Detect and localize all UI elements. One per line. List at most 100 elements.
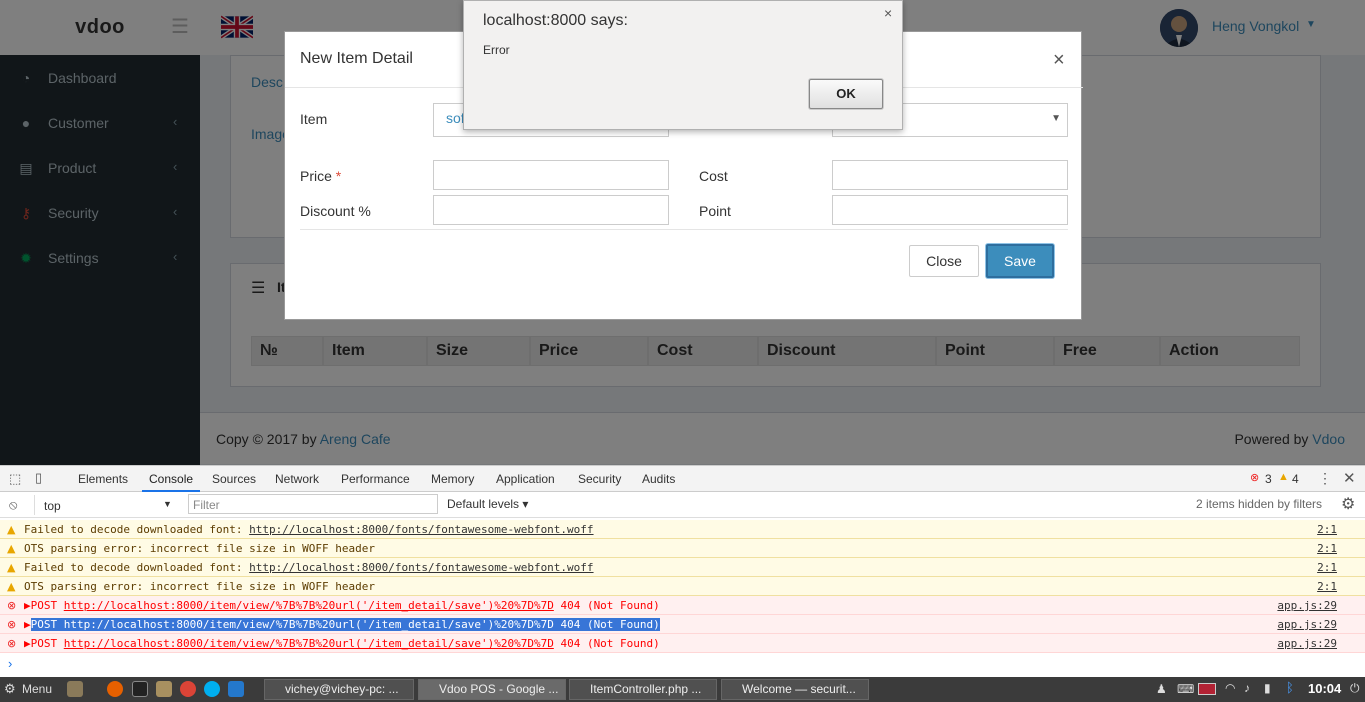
- tab-audits[interactable]: Audits: [642, 472, 675, 486]
- message-suffix: 404 (Not Found): [553, 599, 660, 612]
- cost-field[interactable]: [832, 160, 1068, 190]
- taskbar-window-terminal[interactable]: vichey@vichey-pc: ...: [264, 679, 414, 700]
- message-source[interactable]: 2:1: [1317, 520, 1337, 539]
- close-icon[interactable]: ×: [1053, 50, 1065, 70]
- taskbar-window-vscode-1[interactable]: ItemController.php ...: [569, 679, 717, 700]
- message-link[interactable]: http://localhost:8000/fonts/fontawesome-…: [249, 523, 593, 536]
- vscode-icon[interactable]: [228, 681, 244, 697]
- save-button[interactable]: Save: [986, 244, 1054, 278]
- warning-icon: ▲: [7, 580, 16, 593]
- volume-icon[interactable]: ♪: [1244, 681, 1250, 695]
- clear-console-icon[interactable]: ⦸: [9, 497, 17, 513]
- chrome-icon[interactable]: [180, 681, 196, 697]
- tab-application[interactable]: Application: [496, 472, 555, 486]
- ok-button[interactable]: OK: [809, 79, 883, 109]
- message-source[interactable]: 2:1: [1317, 577, 1337, 596]
- message-source[interactable]: app.js:29: [1277, 596, 1337, 615]
- battery-icon[interactable]: ▮: [1264, 681, 1271, 695]
- context-selector[interactable]: top ▼: [34, 495, 178, 515]
- bluetooth-icon[interactable]: ᛒ: [1286, 680, 1294, 695]
- required-mark: *: [335, 168, 342, 184]
- message-suffix: 404 (Not Found): [553, 637, 660, 650]
- modal-title: New Item Detail: [300, 50, 413, 67]
- terminal-icon[interactable]: [132, 681, 148, 697]
- message-link[interactable]: http://localhost:8000/fonts/fontawesome-…: [249, 561, 593, 574]
- message-prefix: Failed to decode downloaded font:: [24, 561, 250, 574]
- error-count[interactable]: 3: [1265, 472, 1272, 486]
- warning-icon: ▲: [7, 542, 16, 555]
- chevron-down-icon: ▼: [1051, 113, 1061, 124]
- hidden-items-note: 2 items hidden by filters: [1195, 497, 1322, 511]
- error-icon: ⊗: [7, 599, 17, 612]
- close-button[interactable]: Close: [909, 245, 979, 277]
- taskbar: ⚙ Menu vichey@vichey-pc: ... Vdoo POS - …: [0, 677, 1365, 702]
- cost-label: Cost: [699, 168, 728, 184]
- console-message: ▲ Failed to decode downloaded font: http…: [0, 520, 1365, 539]
- message-link[interactable]: http://localhost:8000/item/view/%7B%7B%2…: [64, 599, 554, 612]
- message-text: ▶POST http://localhost:8000/item/view/%7…: [24, 618, 660, 631]
- gear-icon[interactable]: ⚙: [1341, 494, 1355, 514]
- devtools-tabbar: ⬚ ▯ Elements Console Sources Network Per…: [0, 466, 1365, 492]
- taskbar-window-chrome[interactable]: Vdoo POS - Google ...: [418, 679, 566, 700]
- message-source[interactable]: 2:1: [1317, 558, 1337, 577]
- console-message[interactable]: ⊗ ▶POST http://localhost:8000/item/view/…: [0, 596, 1365, 615]
- wifi-icon[interactable]: ◠: [1225, 681, 1235, 695]
- message-prefix: POST: [30, 618, 64, 631]
- console-message: ▲ OTS parsing error: incorrect file size…: [0, 577, 1365, 596]
- tab-elements[interactable]: Elements: [78, 472, 128, 486]
- levels-dropdown[interactable]: Default levels ▾: [447, 497, 528, 511]
- more-options-icon[interactable]: ⋮: [1318, 470, 1332, 487]
- skype-icon[interactable]: [204, 681, 220, 697]
- console-toolbar: ⦸ top ▼ Filter Default levels ▾ 2 items …: [0, 492, 1365, 518]
- chevron-down-icon: ▼: [163, 499, 172, 509]
- taskbar-window-vscode-2[interactable]: Welcome — securit...: [721, 679, 869, 700]
- message-suffix: 404 (Not Found): [553, 618, 660, 631]
- us-flag-icon[interactable]: [1198, 683, 1216, 695]
- price-field[interactable]: [433, 160, 669, 190]
- devtools-panel: ⬚ ▯ Elements Console Sources Network Per…: [0, 465, 1365, 677]
- user-icon[interactable]: ♟: [1156, 682, 1167, 696]
- warning-icon: ▲: [7, 523, 16, 536]
- menu-icon[interactable]: ⚙: [4, 681, 16, 697]
- warning-icon: ▲: [7, 561, 16, 574]
- console-prompt[interactable]: ›: [8, 656, 12, 671]
- discount-field[interactable]: [433, 195, 669, 225]
- close-icon[interactable]: ✕: [1343, 469, 1356, 487]
- message-prefix: ▶POST: [24, 637, 64, 650]
- message-link[interactable]: http://localhost:8000/item/view/%7B%7B%2…: [64, 637, 554, 650]
- file-manager-icon[interactable]: [67, 681, 83, 697]
- tab-security[interactable]: Security: [578, 472, 621, 486]
- point-label: Point: [699, 203, 731, 219]
- alert-message: Error: [483, 43, 510, 57]
- tab-console[interactable]: Console: [149, 472, 193, 486]
- filter-input[interactable]: Filter: [188, 494, 438, 514]
- message-text: ▶POST http://localhost:8000/item/view/%7…: [24, 634, 660, 653]
- price-label-text: Price: [300, 168, 332, 184]
- error-icon: ⊗: [7, 618, 17, 631]
- console-message: ▲ Failed to decode downloaded font: http…: [0, 558, 1365, 577]
- message-link[interactable]: http://localhost:8000/item/view/%7B%7B%2…: [64, 618, 554, 631]
- firefox-icon[interactable]: [107, 681, 123, 697]
- keyboard-icon[interactable]: ⌨: [1177, 682, 1194, 696]
- close-icon[interactable]: ×: [884, 5, 892, 21]
- folder-icon[interactable]: [156, 681, 172, 697]
- tab-performance[interactable]: Performance: [341, 472, 410, 486]
- point-field[interactable]: [832, 195, 1068, 225]
- tab-memory[interactable]: Memory: [431, 472, 474, 486]
- message-text: OTS parsing error: incorrect file size i…: [24, 542, 375, 555]
- message-prefix: Failed to decode downloaded font:: [24, 523, 250, 536]
- message-source[interactable]: app.js:29: [1277, 615, 1337, 634]
- message-source[interactable]: 2:1: [1317, 539, 1337, 558]
- message-source[interactable]: app.js:29: [1277, 634, 1337, 653]
- power-icon[interactable]: ⏻: [1350, 681, 1360, 696]
- clock[interactable]: 10:04: [1308, 681, 1341, 696]
- inspect-icon[interactable]: ⬚: [9, 471, 21, 487]
- console-message[interactable]: ⊗ ▶POST http://localhost:8000/item/view/…: [0, 634, 1365, 653]
- device-toggle-icon[interactable]: ▯: [35, 470, 42, 486]
- console-message[interactable]: ⊗ ▶POST http://localhost:8000/item/view/…: [0, 615, 1365, 634]
- error-icon: ⊗: [1250, 472, 1260, 484]
- tab-network[interactable]: Network: [275, 472, 319, 486]
- warning-count[interactable]: 4: [1292, 472, 1299, 486]
- menu-button[interactable]: Menu: [22, 682, 52, 696]
- tab-sources[interactable]: Sources: [212, 472, 256, 486]
